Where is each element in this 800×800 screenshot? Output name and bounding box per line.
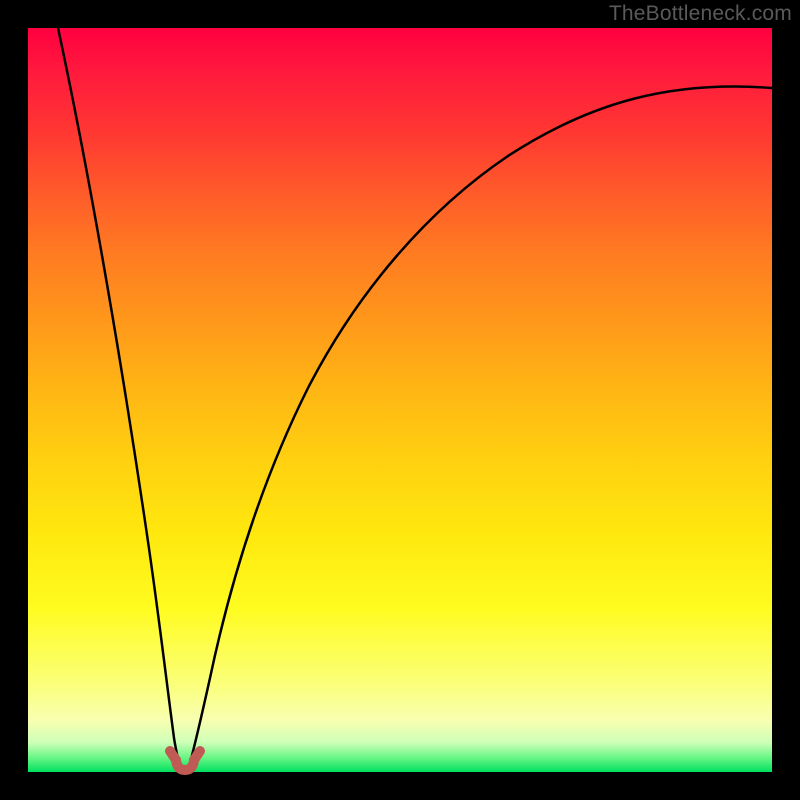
curve-layer bbox=[28, 28, 772, 772]
optimal-marker bbox=[170, 751, 200, 770]
watermark-text: TheBottleneck.com bbox=[609, 2, 792, 26]
bottleneck-curve-left bbox=[58, 28, 179, 763]
chart-frame: TheBottleneck.com bbox=[0, 0, 800, 800]
bottleneck-curve-right bbox=[190, 86, 772, 763]
plot-area bbox=[28, 28, 772, 772]
